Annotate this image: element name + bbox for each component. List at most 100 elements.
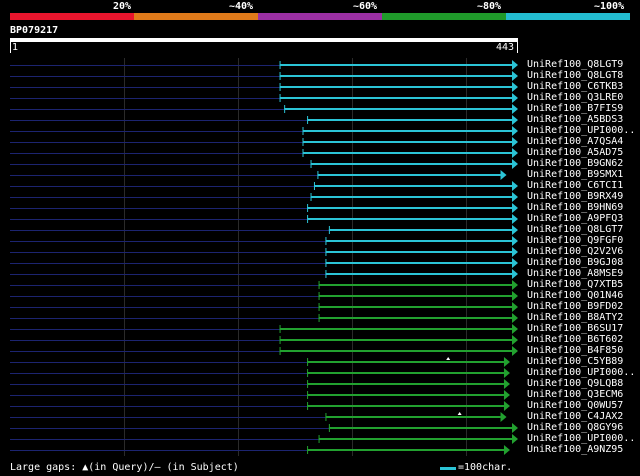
hit-label[interactable]: UniRef100_B6SU17 (527, 323, 623, 334)
hit-arrow (503, 401, 510, 411)
hit-bar (317, 174, 501, 176)
hit-label[interactable]: UniRef100_C5YB89 (527, 356, 623, 367)
hit-arrow (512, 203, 518, 213)
hit-label[interactable]: UniRef100_C6TCI1 (527, 180, 623, 191)
hit-bar (307, 394, 504, 396)
hit-label[interactable]: UniRef100_B9FD02 (527, 301, 623, 312)
hit-arrow (512, 302, 518, 312)
hit-bar (325, 273, 512, 275)
scale-segment (506, 13, 630, 20)
hit-arrow (512, 247, 518, 257)
hit-label[interactable]: UniRef100_A7QSA4 (527, 136, 623, 147)
hit-label[interactable]: UniRef100_Q3LRE0 (527, 92, 623, 103)
hit-label[interactable]: UniRef100_B9GJ08 (527, 257, 623, 268)
hit-label[interactable]: UniRef100_B7FIS9 (527, 103, 623, 114)
scale-bar (440, 467, 456, 470)
hit-label[interactable]: UniRef100_B9GN62 (527, 158, 623, 169)
gap-marker (446, 357, 451, 360)
hit-label[interactable]: UniRef100_Q3ECM6 (527, 389, 623, 400)
hit-arrow (512, 126, 518, 136)
hit-bar (325, 262, 512, 264)
hit-label[interactable]: UniRef100_Q9FGF0 (527, 235, 623, 246)
hit-label[interactable]: UniRef100_A5AD75 (527, 147, 623, 158)
hit-bar (318, 295, 512, 297)
hit-bar (318, 306, 512, 308)
hit-bar (307, 218, 512, 220)
hit-bar (310, 163, 512, 165)
hit-label[interactable]: UniRef100_Q9LQB8 (527, 378, 623, 389)
hit-label[interactable]: UniRef100_Q2V2V6 (527, 246, 623, 257)
hit-label[interactable]: UniRef100_B6T602 (527, 334, 623, 345)
gaps-legend: Large gaps: ▲(in Query)/— (in Subject) (10, 462, 239, 473)
hit-label[interactable]: UniRef100_UPI000.. (527, 433, 635, 444)
hit-bar (279, 64, 512, 66)
hit-bar (328, 427, 512, 429)
hit-arrow (512, 225, 518, 235)
hit-arrow (503, 390, 510, 400)
query-bar (10, 38, 518, 42)
hit-label[interactable]: UniRef100_A8MSE9 (527, 268, 623, 279)
hit-arrow (503, 357, 510, 367)
hit-bar (307, 207, 512, 209)
hit-bar (302, 152, 512, 154)
hit-label[interactable]: UniRef100_C4JAX2 (527, 411, 623, 422)
hit-bar (307, 119, 512, 121)
scale-segment (382, 13, 506, 20)
hit-arrow (512, 280, 518, 290)
hit-label[interactable]: UniRef100_UPI000.. (527, 125, 635, 136)
hit-arrow (512, 181, 518, 191)
hit-label[interactable]: UniRef100_Q8LGT8 (527, 70, 623, 81)
hit-arrow (512, 269, 518, 279)
hit-bar (279, 86, 512, 88)
hit-arrow (512, 335, 518, 345)
hit-bar (302, 130, 512, 132)
hit-label[interactable]: UniRef100_B8ATY2 (527, 312, 623, 323)
scale-segment (258, 13, 382, 20)
hit-arrow (512, 313, 518, 323)
hit-bar (325, 416, 501, 418)
hit-bar (307, 372, 504, 374)
hit-label[interactable]: UniRef100_Q0WU57 (527, 400, 623, 411)
hit-arrow (512, 346, 518, 356)
hit-arrow (512, 82, 518, 92)
hit-label[interactable]: UniRef100_B9SMX1 (527, 169, 623, 180)
hit-arrow (512, 115, 518, 125)
hit-label[interactable]: UniRef100_A5BDS3 (527, 114, 623, 125)
hit-bar (279, 97, 512, 99)
hit-label[interactable]: UniRef100_Q8LGT7 (527, 224, 623, 235)
hit-label[interactable]: UniRef100_B9HN69 (527, 202, 623, 213)
hit-arrow (512, 258, 518, 268)
hit-bar (307, 449, 504, 451)
hit-arrow (503, 379, 510, 389)
hit-arrow (512, 93, 518, 103)
hit-label[interactable]: UniRef100_A9PFQ3 (527, 213, 623, 224)
hit-label[interactable]: UniRef100_Q8LGT9 (527, 59, 623, 70)
hit-label[interactable]: UniRef100_A9NZ95 (527, 444, 623, 455)
hit-arrow (503, 445, 510, 455)
hit-label[interactable]: UniRef100_Q8GY96 (527, 422, 623, 433)
hit-arrow (512, 60, 518, 70)
hit-bar (318, 284, 512, 286)
blast-overview: 20% ~40% ~60% ~80% ~100% BP079217 1 443 … (0, 0, 640, 476)
hit-label[interactable]: UniRef100_B4F850 (527, 345, 623, 356)
hit-label[interactable]: UniRef100_Q7XTB5 (527, 279, 623, 290)
scale-segment (134, 13, 258, 20)
hit-bar (307, 361, 504, 363)
hit-bar (284, 108, 512, 110)
hit-arrow (500, 170, 507, 180)
gap-marker (457, 412, 462, 415)
hit-bar (279, 339, 512, 341)
hit-label[interactable]: UniRef100_C6TKB3 (527, 81, 623, 92)
hit-bar (318, 438, 512, 440)
hit-arrow (512, 159, 518, 169)
hit-bar (279, 328, 512, 330)
hit-arrow (500, 412, 507, 422)
hit-arrow (512, 71, 518, 81)
hit-bar (313, 185, 512, 187)
scale-segment (10, 13, 134, 20)
hit-arrow (512, 192, 518, 202)
hit-label[interactable]: UniRef100_B9RX49 (527, 191, 623, 202)
hit-label[interactable]: UniRef100_UPI000.. (527, 367, 635, 378)
hit-label[interactable]: UniRef100_Q01N46 (527, 290, 623, 301)
hit-arrow (512, 104, 518, 114)
